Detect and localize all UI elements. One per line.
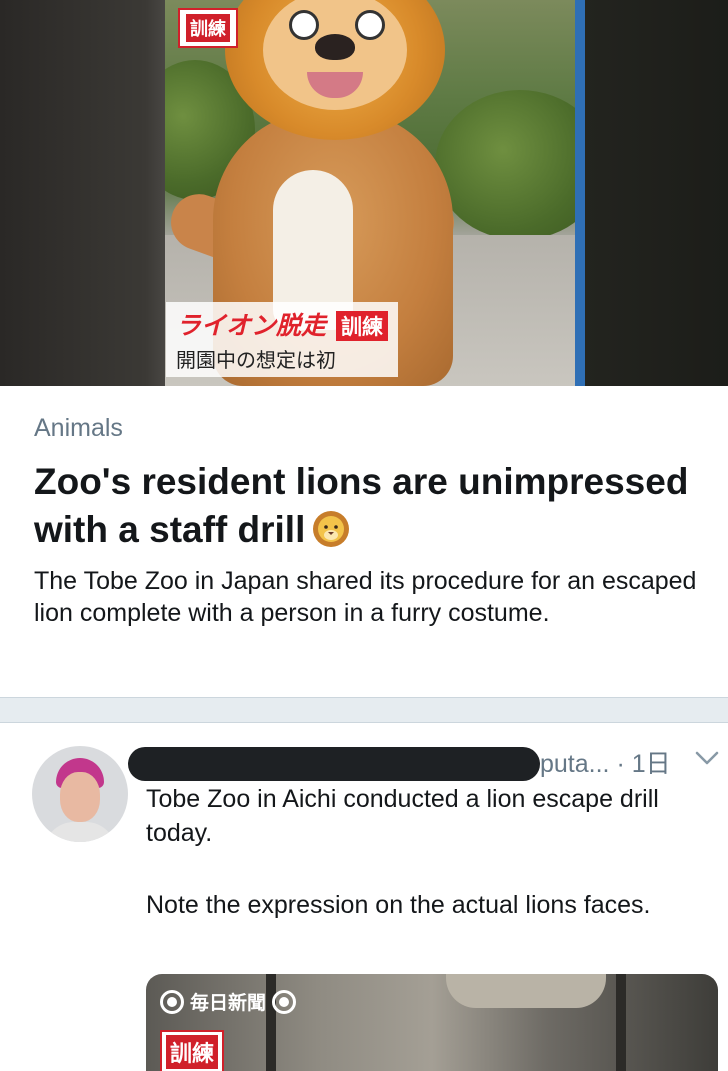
caption-line-2: 開園中の想定は初	[176, 348, 336, 372]
avatar-shirt	[44, 822, 116, 842]
tweet-handle[interactable]: puta...	[540, 750, 610, 778]
mainichi-logo: 毎日新聞	[154, 988, 302, 1015]
blue-post	[575, 0, 585, 386]
tweet-text: Tobe Zoo in Aichi conducted a lion escap…	[146, 782, 706, 960]
moment-hero-image[interactable]: 訓練 ライオン脱走 訓練 開園中の想定は初	[0, 0, 728, 386]
mainichi-ring-icon	[272, 989, 297, 1014]
pole	[616, 974, 626, 1071]
drill-tag-text: 訓練	[186, 14, 230, 42]
tweet-text-paragraph: Tobe Zoo in Aichi conducted a lion escap…	[146, 785, 659, 847]
moment-summary[interactable]: The Tobe Zoo in Japan shared its procedu…	[34, 565, 704, 629]
nose	[315, 34, 355, 60]
drill-tag: 訓練	[178, 8, 238, 48]
eye	[289, 10, 319, 40]
mouth	[307, 72, 363, 98]
avatar[interactable]	[32, 746, 128, 842]
lion-face-icon	[313, 511, 350, 547]
tweet-media[interactable]: 毎日新聞 訓練	[146, 974, 718, 1071]
moment-headline[interactable]: Zoo's resident lions are unimpressed wit…	[34, 458, 714, 554]
tweet-meta: puta... · 1日	[540, 744, 671, 780]
avatar-head	[60, 772, 100, 822]
canopy	[446, 974, 606, 1008]
caption-drill-tag: 訓練	[336, 311, 389, 341]
section-divider	[0, 697, 728, 723]
tweet-time[interactable]: · 1日	[616, 750, 670, 778]
chevron-down-icon[interactable]	[694, 748, 720, 768]
media-drill-tag: 訓練	[160, 1030, 225, 1071]
news-caption: ライオン脱走 訓練 開園中の想定は初	[166, 302, 399, 377]
eye	[355, 10, 385, 40]
tweet-text-paragraph: Note the expression on the actual lions …	[146, 891, 651, 919]
mainichi-ring-icon	[160, 989, 184, 1014]
mainichi-brand: 毎日新聞	[190, 992, 267, 1014]
caption-title: ライオン脱走	[176, 311, 327, 340]
caption-line-1: ライオン脱走 訓練	[176, 306, 389, 342]
headline-text: Zoo's resident lions are unimpressed wit…	[34, 461, 689, 550]
media-drill-tag-text: 訓練	[166, 1035, 219, 1069]
moment-category[interactable]: Animals	[34, 414, 123, 443]
bush	[435, 90, 585, 240]
redacted-username	[128, 747, 540, 781]
